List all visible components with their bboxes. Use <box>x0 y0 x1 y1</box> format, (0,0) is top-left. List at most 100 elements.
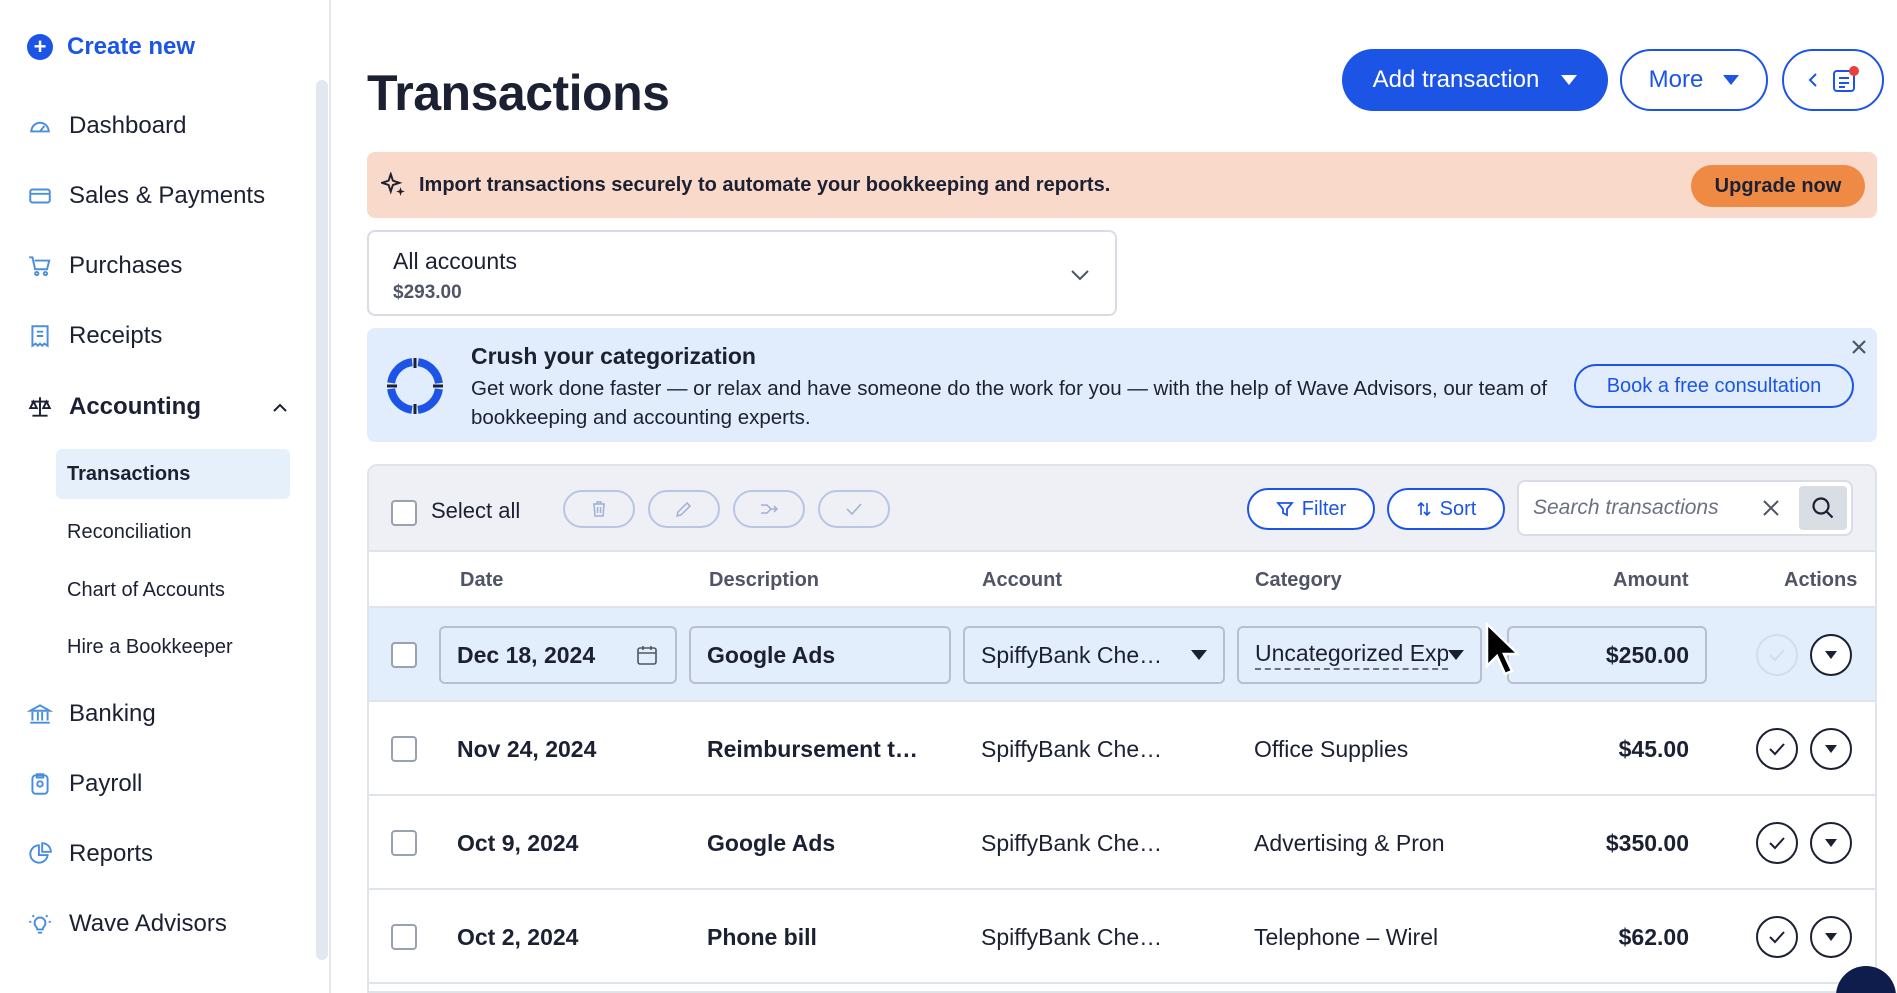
category-select[interactable]: Uncategorized Exp <box>1237 626 1482 684</box>
amount-field[interactable]: $250.00 <box>1507 626 1707 684</box>
close-icon[interactable] <box>1848 336 1870 358</box>
mark-reviewed-button[interactable] <box>1756 634 1798 676</box>
clear-icon[interactable] <box>1759 496 1783 520</box>
sidebar-item-dashboard[interactable]: Dashboard <box>27 106 186 146</box>
column-header-account[interactable]: Account <box>982 569 1062 592</box>
pie-chart-icon <box>27 841 53 867</box>
sidebar-subitem-reconciliation[interactable]: Reconciliation <box>56 507 290 557</box>
filter-button[interactable]: Filter <box>1247 488 1375 530</box>
amount-value: $45.00 <box>1618 736 1689 762</box>
row-actions-menu-button[interactable] <box>1810 634 1852 676</box>
bulk-edit-button[interactable] <box>648 490 720 528</box>
sidebar-subitem-hire-bookkeeper[interactable]: Hire a Bookkeeper <box>56 622 290 672</box>
category-value[interactable]: Telephone – Wirel <box>1254 924 1474 951</box>
column-header-actions: Actions <box>1784 569 1858 591</box>
search-button[interactable] <box>1799 486 1847 530</box>
mark-reviewed-button[interactable] <box>1756 728 1798 770</box>
account-select[interactable]: SpiffyBank Che… <box>963 626 1225 684</box>
row-checkbox[interactable] <box>391 830 417 856</box>
advisor-body: Get work done faster — or relax and have… <box>471 377 1548 429</box>
payroll-icon <box>27 771 53 797</box>
bulk-review-button[interactable] <box>818 490 890 528</box>
column-header-date[interactable]: Date <box>460 569 503 592</box>
bank-icon <box>27 701 53 727</box>
more-label: More <box>1648 66 1704 93</box>
column-header-category[interactable]: Category <box>1255 569 1342 592</box>
category-value[interactable]: Advertising & Pron <box>1254 830 1474 857</box>
description-field[interactable]: Google Ads <box>689 626 951 684</box>
checkmark-icon <box>1769 931 1785 944</box>
table-row[interactable]: Oct 9, 2024 Google Ads SpiffyBank Che… A… <box>369 796 1875 890</box>
date-field[interactable]: Dec 18, 2024 <box>439 626 677 684</box>
more-button[interactable]: More <box>1620 49 1768 111</box>
create-new-label: Create new <box>67 33 196 60</box>
bulk-delete-button[interactable] <box>563 490 635 528</box>
amount-value: $250.00 <box>1605 641 1689 668</box>
merge-arrow-icon <box>761 504 779 514</box>
select-all-checkbox[interactable] <box>391 500 417 526</box>
pencil-icon <box>675 501 692 518</box>
side-panel-toggle-button[interactable] <box>1782 49 1884 111</box>
row-actions-menu-button[interactable] <box>1810 728 1852 770</box>
column-header-description[interactable]: Description <box>709 569 819 592</box>
advisor-title: Crush your categorization <box>471 343 756 369</box>
sidebar-item-wave-advisors[interactable]: Wave Advisors <box>27 904 227 944</box>
sidebar-item-label: Dashboard <box>69 112 187 139</box>
checkmark-icon <box>1769 837 1785 850</box>
table-header: Date Description Account Category Amount… <box>369 552 1875 608</box>
sidebar-item-label: Banking <box>69 700 156 727</box>
row-checkbox[interactable] <box>391 924 417 950</box>
description-value: Phone bill <box>707 924 817 950</box>
select-all-label: Select all <box>431 498 521 523</box>
sidebar-item-banking[interactable]: Banking <box>27 694 156 734</box>
credit-card-icon <box>27 183 53 209</box>
sidebar-item-payroll[interactable]: Payroll <box>27 764 142 804</box>
chevron-down-icon <box>1071 270 1089 281</box>
row-checkbox[interactable] <box>391 642 417 668</box>
column-header-amount[interactable]: Amount <box>1613 569 1689 592</box>
account-value: SpiffyBank Che… <box>981 830 1163 856</box>
category-value[interactable]: Office Supplies <box>1254 736 1474 763</box>
filter-label: Filter <box>1301 497 1347 520</box>
sidebar-subitem-transactions[interactable]: Transactions <box>56 449 290 499</box>
create-new-button[interactable]: + Create new <box>27 32 195 62</box>
mark-reviewed-button[interactable] <box>1756 822 1798 864</box>
sidebar-item-label: Payroll <box>69 770 143 797</box>
bulk-merge-button[interactable] <box>733 490 805 528</box>
account-selector[interactable]: All accounts $293.00 <box>367 230 1117 316</box>
trash-icon <box>593 501 605 517</box>
sidebar-item-receipts[interactable]: Receipts <box>27 316 162 356</box>
sparkle-icon <box>381 172 405 196</box>
advisor-banner: Crush your categorization Get work done … <box>367 328 1877 442</box>
caret-down-icon <box>1825 933 1837 941</box>
account-name: All accounts <box>393 248 518 274</box>
caret-down-icon <box>1191 650 1207 660</box>
sidebar-item-accounting[interactable]: Accounting <box>27 387 201 427</box>
sidebar-scrollbar[interactable] <box>316 80 328 960</box>
chevron-up-icon[interactable] <box>270 398 290 418</box>
sort-button[interactable]: Sort <box>1387 488 1505 530</box>
sidebar-item-reports[interactable]: Reports <box>27 834 153 874</box>
scales-icon <box>27 394 53 420</box>
calendar-icon[interactable] <box>635 643 659 667</box>
sidebar-item-sales-payments[interactable]: Sales & Payments <box>27 176 265 216</box>
table-row[interactable]: Nov 24, 2024 Reimbursement t… SpiffyBank… <box>369 702 1875 796</box>
upgrade-now-button[interactable]: Upgrade now <box>1691 165 1865 207</box>
search-box <box>1517 480 1853 536</box>
add-transaction-button[interactable]: Add transaction <box>1342 49 1608 111</box>
checkmark-icon <box>1769 649 1785 662</box>
date-value: Nov 24, 2024 <box>457 736 597 762</box>
row-actions-menu-button[interactable] <box>1810 822 1852 864</box>
table-row[interactable]: Dec 18, 2024 Google Ads SpiffyBank Che… … <box>369 608 1875 702</box>
book-consultation-button[interactable]: Book a free consultation <box>1574 364 1854 408</box>
plus-icon: + <box>27 34 53 60</box>
sidebar-subitem-chart-of-accounts[interactable]: Chart of Accounts <box>56 565 290 615</box>
mark-reviewed-button[interactable] <box>1756 916 1798 958</box>
search-input[interactable] <box>1533 492 1753 524</box>
sidebar-item-label: Receipts <box>69 322 163 349</box>
row-actions-menu-button[interactable] <box>1810 916 1852 958</box>
caret-down-icon <box>1825 651 1837 659</box>
table-row[interactable]: Oct 2, 2024 Phone bill SpiffyBank Che… T… <box>369 890 1875 984</box>
sidebar-item-purchases[interactable]: Purchases <box>27 246 182 286</box>
row-checkbox[interactable] <box>391 736 417 762</box>
